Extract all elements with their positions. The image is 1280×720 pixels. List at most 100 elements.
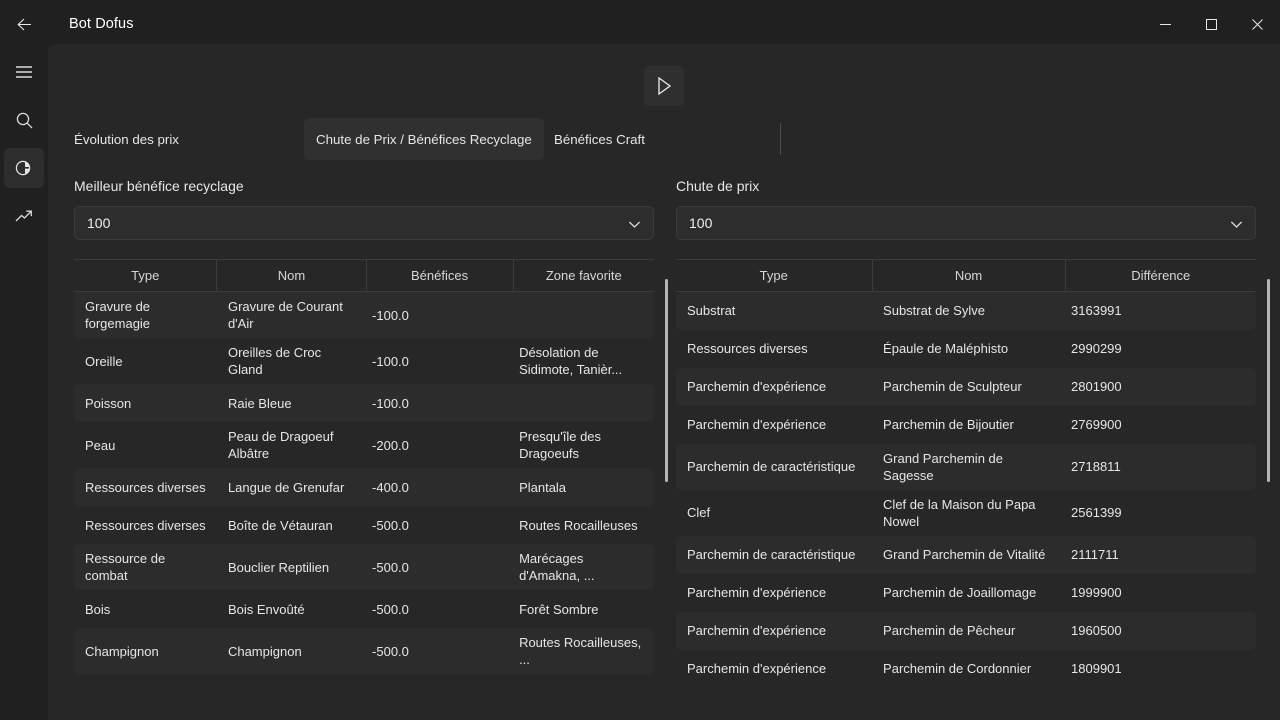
table-row[interactable]: Gravure de forgemagie Gravure de Courant … — [74, 291, 654, 338]
tab-bar: Évolution des prix Chute de Prix / Bénéf… — [48, 118, 1280, 160]
left-cell-zone: Tourbière sans fond, Tourbière ... — [513, 674, 654, 679]
left-cell-nom: Raie Bleue — [216, 384, 367, 422]
main-panel: Évolution des prix Chute de Prix / Bénéf… — [48, 44, 1280, 720]
left-cell-nom: Boîte de Vétauran — [227, 517, 333, 533]
tab-benefices-craft[interactable]: Bénéfices Craft — [542, 118, 657, 160]
left-cell-nom: Bouclier Reptilien — [216, 544, 367, 590]
sidebar-item-trends[interactable] — [4, 196, 44, 236]
left-col-nom[interactable]: Nom — [216, 259, 367, 292]
left-header-row: Type Nom Bénéfices Zone favorite — [74, 259, 654, 292]
right-cell-difference: 3163991 — [1065, 291, 1256, 330]
table-row[interactable]: Ressources diverses Épaule de Maléphisto 2… — [676, 330, 1256, 368]
left-col-benefices[interactable]: Bénéfices — [366, 259, 514, 292]
tab-evolution-des-prix[interactable]: Évolution des prix — [62, 118, 191, 160]
left-cell-benefices: -100.0 — [366, 384, 514, 422]
left-cell-zone: Routes Rocailleuses, ... — [513, 628, 654, 674]
right-cell-nom: Grand Parchemin de Sagesse — [872, 443, 1066, 490]
app-root: Bot Dofus Évolution des prix Chute de Pr… — [0, 0, 1280, 720]
table-row[interactable]: Parchemin d'expérience Parchemin de Joail… — [676, 574, 1256, 612]
right-cell-nom: Parchemin de Joaillomage — [883, 585, 1037, 600]
back-button[interactable] — [0, 0, 48, 48]
chevron-down-icon — [628, 207, 641, 241]
minimize-button[interactable] — [1142, 0, 1188, 48]
right-limit-select[interactable]: 100 — [676, 206, 1256, 240]
left-col-type[interactable]: Type — [74, 259, 218, 292]
table-row[interactable]: Peau Peau de Dragoeuf Albâtre -200.0 Presqu… — [74, 422, 654, 468]
left-cell-zone: Désolation de Sidimote, Tanièr... — [519, 345, 623, 377]
run-button[interactable] — [644, 66, 684, 106]
right-cell-type: Parchemin d'expérience — [676, 367, 873, 406]
recycling-benefits-table: Type Nom Bénéfices Zone favorite Gravure… — [74, 259, 654, 679]
right-cell-type: Substrat — [676, 291, 873, 330]
right-col-type[interactable]: Type — [676, 259, 873, 292]
table-row[interactable]: Oreille Oreilles de Croc Gland -100.0 Désol… — [74, 338, 654, 384]
table-row[interactable]: Parchemin d'expérience Parchemin de Pêche… — [676, 611, 1256, 650]
right-col-difference[interactable]: Différence — [1065, 259, 1256, 292]
left-cell-type: Ressources diverses — [74, 674, 217, 679]
table-row[interactable]: Bois Bois Envoûté -500.0 Forêt Sombre — [74, 590, 654, 628]
table-row[interactable]: Ressource de combat Bouclier Reptilien -50… — [74, 544, 654, 590]
left-cell-zone: Marécages d'Amakna, ... — [513, 544, 654, 590]
left-cell-nom: Champignon — [216, 628, 367, 674]
chevron-down-icon — [1230, 207, 1243, 241]
right-cell-type: Parchemin de caractéristique — [676, 535, 873, 574]
left-cell-benefices: -700.0 — [366, 674, 513, 679]
right-cell-type: Ressources diverses — [687, 341, 808, 356]
left-cell-type: Gravure de forgemagie — [74, 291, 217, 338]
left-limit-select[interactable]: 100 — [74, 206, 654, 240]
table-row[interactable]: Ressources diverses Langue de Grenufar -40… — [74, 468, 654, 506]
right-table-scrollbar[interactable] — [1267, 279, 1270, 482]
left-cell-zone: Forêt Sombre — [519, 601, 599, 617]
left-cell-benefices: -500.0 — [366, 628, 514, 674]
left-table-scroll-area[interactable]: Type Nom Bénéfices Zone favorite Gravure… — [74, 259, 654, 679]
right-cell-type: Clef — [687, 505, 711, 520]
sidebar-item-search[interactable] — [4, 100, 44, 140]
left-table-scrollbar[interactable] — [665, 279, 668, 482]
left-cell-zone — [513, 291, 654, 338]
left-cell-nom: Vieille Ventouse de Kralamoure — [217, 674, 366, 679]
left-cell-type: Peau — [85, 437, 116, 453]
left-cell-benefices: -500.0 — [372, 517, 409, 533]
table-row[interactable]: Clef Clef de la Maison du Papa Nowel 25613… — [676, 490, 1256, 536]
right-col-nom[interactable]: Nom — [872, 259, 1066, 292]
trending-up-icon — [15, 210, 32, 222]
left-cell-benefices: -400.0 — [366, 468, 514, 506]
left-table-head: Type Nom Bénéfices Zone favorite — [74, 259, 654, 292]
table-row[interactable]: Parchemin de caractéristique Grand Parche… — [676, 443, 1256, 490]
right-cell-difference: 2769900 — [1071, 417, 1122, 432]
table-row[interactable]: Substrat Substrat de Sylve 3163991 — [676, 291, 1256, 330]
left-cell-zone: Plantala — [513, 468, 654, 506]
window-controls — [1142, 0, 1280, 48]
right-table-scroll-area[interactable]: Type Nom Différence Substrat Substrat de … — [676, 259, 1256, 679]
maximize-button[interactable] — [1188, 0, 1234, 48]
right-table-body: Substrat Substrat de Sylve 3163991 Ressourc… — [676, 291, 1256, 680]
left-limit-value: 100 — [87, 215, 111, 231]
right-section-title: Chute de prix — [676, 178, 760, 194]
table-row[interactable]: Champignon Champignon -500.0 Routes Rocaill… — [74, 628, 654, 674]
right-cell-nom: Clef de la Maison du Papa Nowel — [883, 496, 1036, 529]
tab-chute-de-prix-benefices-recyclage[interactable]: Chute de Prix / Bénéfices Recyclage — [304, 118, 544, 160]
table-row[interactable]: Ressources diverses Boîte de Vétauran -500… — [74, 506, 654, 544]
left-cell-benefices: -500.0 — [366, 544, 514, 590]
left-col-zone[interactable]: Zone favorite — [513, 259, 654, 292]
sidebar-item-charts[interactable] — [4, 148, 44, 188]
table-row[interactable]: Ressources diversesVieille Ventouse de K… — [74, 674, 654, 679]
table-row[interactable]: Parchemin d'expérience Parchemin de Bijou… — [676, 406, 1256, 444]
close-button[interactable] — [1234, 0, 1280, 48]
right-cell-difference: 1960500 — [1065, 611, 1256, 650]
table-row[interactable]: Poisson Raie Bleue -100.0 — [74, 384, 654, 422]
left-cell-type: Ressources diverses — [74, 468, 217, 506]
tab-label: Bénéfices Craft — [554, 131, 645, 147]
table-row[interactable]: Parchemin de caractéristique Grand Parche… — [676, 535, 1256, 574]
right-cell-difference: 1999900 — [1071, 585, 1122, 600]
sidebar-item-menu[interactable] — [4, 52, 44, 92]
right-cell-difference: 2718811 — [1065, 443, 1256, 490]
left-cell-benefices: -100.0 — [372, 353, 409, 369]
right-cell-type: Parchemin d'expérience — [687, 661, 827, 676]
table-row[interactable]: Parchemin d'expérience Parchemin de Sculp… — [676, 367, 1256, 406]
right-cell-difference: 2111711 — [1065, 535, 1256, 574]
recycling-benefits-section: Meilleur bénéfice recyclage 100 Type Nom… — [74, 178, 668, 679]
left-cell-zone: Presqu'île des Dragoeufs — [519, 429, 602, 461]
table-row[interactable]: Parchemin d'expérience Parchemin de Cordo… — [676, 650, 1256, 680]
right-cell-difference: 1809901 — [1071, 661, 1122, 676]
